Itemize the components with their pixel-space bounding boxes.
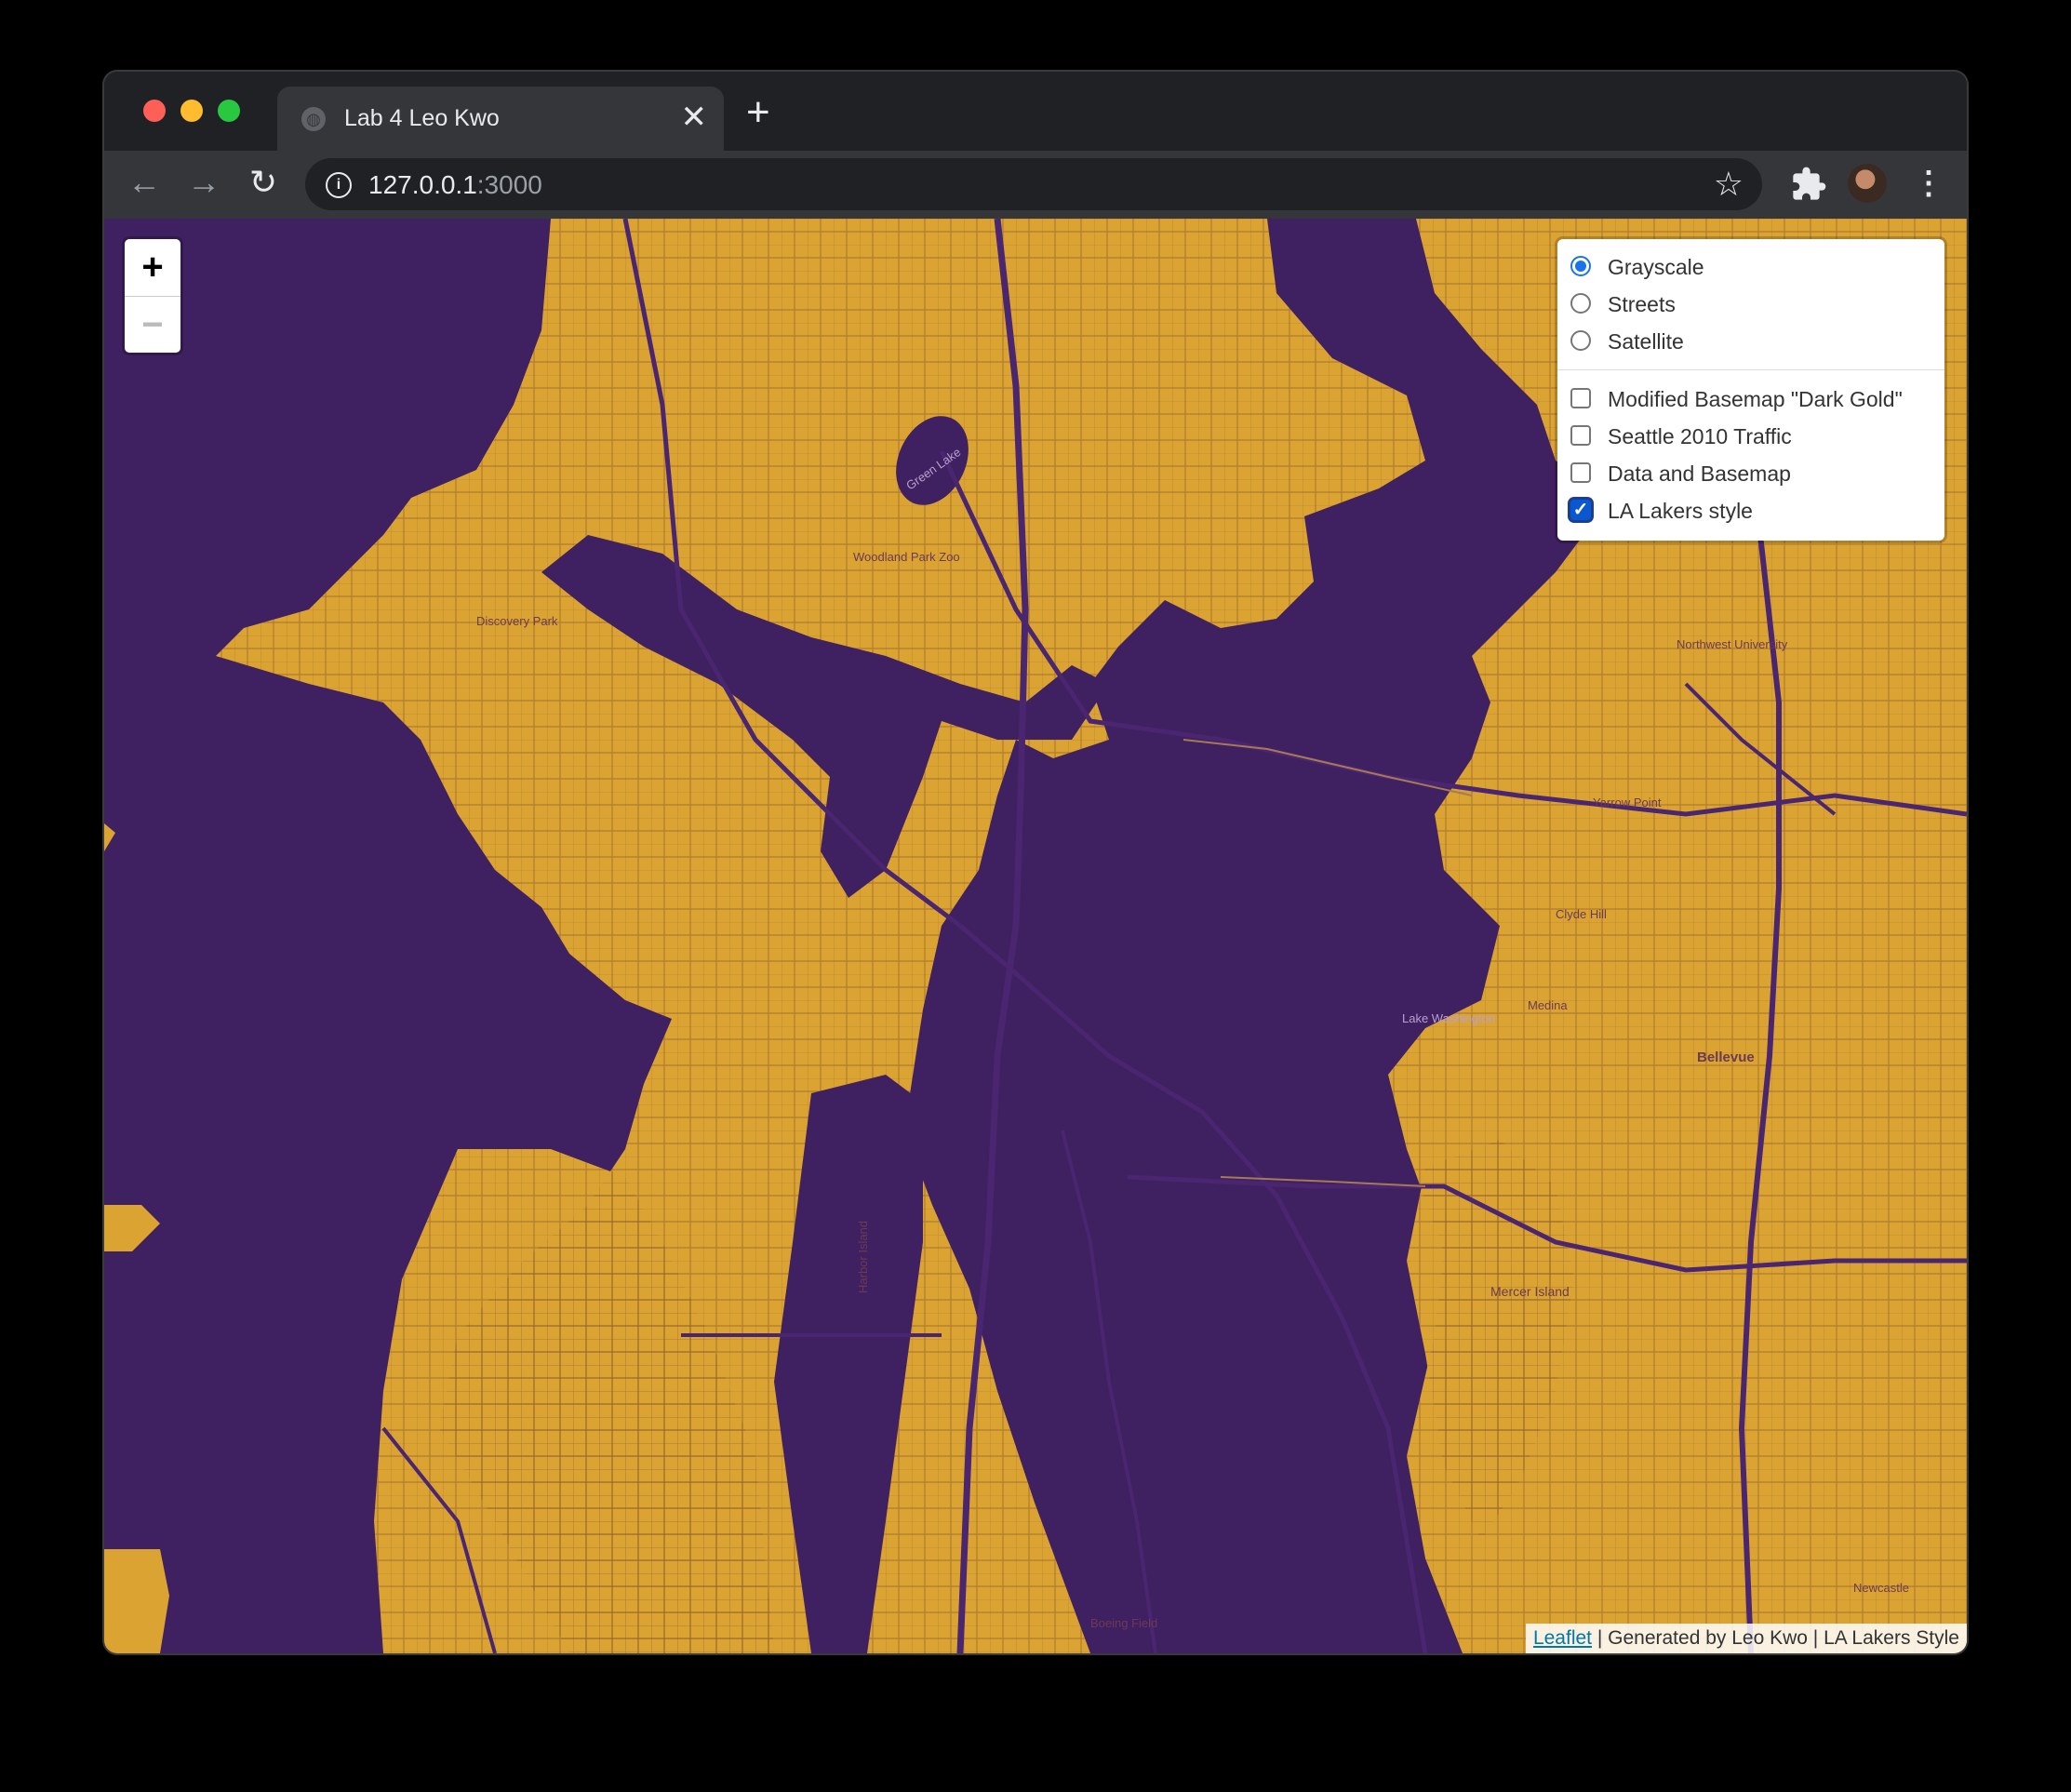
place-label: Lake Washington bbox=[1402, 1011, 1495, 1025]
zoom-control: + − bbox=[125, 239, 180, 353]
site-info-icon[interactable]: i bbox=[326, 172, 352, 198]
layers-control: Grayscale Streets Satellite Modified Bas… bbox=[1557, 239, 1944, 541]
map-attribution: Leaflet | Generated by Leo Kwo | LA Lake… bbox=[1525, 1624, 1967, 1653]
browser-tab[interactable]: ◍ Lab 4 Leo Kwo ✕ bbox=[277, 87, 724, 151]
close-window-button[interactable] bbox=[143, 100, 166, 122]
forward-arrow-icon[interactable]: → bbox=[182, 162, 225, 205]
browser-window: ◍ Lab 4 Leo Kwo ✕ + ← → ↻ i 127.0.0.1:30… bbox=[104, 72, 1967, 1653]
satellite-radio[interactable] bbox=[1570, 330, 1591, 351]
place-label: Woodland Park Zoo bbox=[853, 550, 960, 564]
grayscale-radio[interactable] bbox=[1570, 256, 1591, 276]
maximize-window-button[interactable] bbox=[218, 100, 240, 122]
bookmark-star-icon[interactable]: ☆ bbox=[1714, 166, 1744, 203]
place-label: Medina bbox=[1528, 998, 1568, 1012]
attribution-text: | Generated by Leo Kwo | LA Lakers Style bbox=[1592, 1627, 1959, 1649]
extensions-puzzle-icon[interactable] bbox=[1790, 166, 1827, 203]
place-label: Mercer Island bbox=[1490, 1284, 1570, 1299]
browser-menu-icon[interactable]: ⋮ bbox=[1913, 160, 1944, 207]
leaflet-link[interactable]: Leaflet bbox=[1533, 1627, 1592, 1649]
seattle-traffic-checkbox[interactable] bbox=[1570, 425, 1591, 446]
place-label: Clyde Hill bbox=[1556, 907, 1607, 921]
place-label: Harbor Island bbox=[856, 1221, 870, 1293]
place-label: Discovery Park bbox=[476, 614, 558, 628]
data-and-basemap-checkbox[interactable] bbox=[1570, 462, 1591, 483]
place-label: Northwest University bbox=[1677, 637, 1788, 651]
place-label: Newcastle bbox=[1853, 1581, 1909, 1595]
profile-avatar[interactable] bbox=[1848, 164, 1887, 203]
place-label: Boeing Field bbox=[1090, 1616, 1157, 1630]
dark-gold-checkbox[interactable] bbox=[1570, 388, 1591, 408]
zoom-out-button[interactable]: − bbox=[125, 297, 180, 354]
layers-separator bbox=[1557, 369, 1944, 370]
back-arrow-icon[interactable]: ← bbox=[123, 162, 166, 205]
place-label: Bellevue bbox=[1697, 1050, 1755, 1065]
address-bar[interactable]: i 127.0.0.1:3000 ☆ bbox=[305, 158, 1762, 210]
streets-radio[interactable] bbox=[1570, 293, 1591, 314]
new-tab-button[interactable]: + bbox=[746, 92, 770, 133]
la-lakers-checkbox[interactable]: ✓ bbox=[1570, 500, 1591, 520]
minimize-window-button[interactable] bbox=[180, 100, 203, 122]
reload-icon[interactable]: ↻ bbox=[242, 162, 285, 205]
place-label: Yarrow Point bbox=[1593, 796, 1662, 809]
tab-title: Lab 4 Leo Kwo bbox=[344, 105, 500, 131]
tab-strip: ◍ Lab 4 Leo Kwo ✕ + bbox=[104, 72, 1967, 151]
url-text[interactable]: 127.0.0.1:3000 bbox=[368, 170, 542, 200]
globe-icon: ◍ bbox=[301, 107, 326, 131]
tab-close-icon[interactable]: ✕ bbox=[681, 100, 708, 134]
zoom-in-button[interactable]: + bbox=[125, 239, 180, 297]
map-container[interactable]: Green Lake Discovery Park Woodland Park … bbox=[104, 219, 1967, 1653]
browser-toolbar: ← → ↻ i 127.0.0.1:3000 ☆ ⋮ bbox=[104, 151, 1967, 219]
